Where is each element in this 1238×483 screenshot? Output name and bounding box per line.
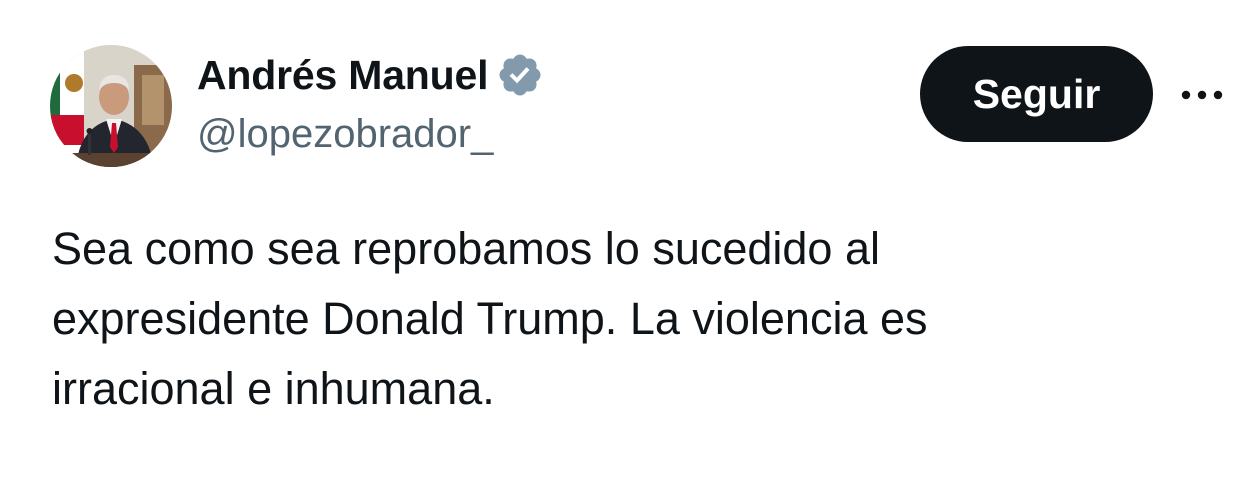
more-options-icon[interactable]	[1176, 78, 1228, 112]
handle[interactable]: @lopezobrador_	[197, 112, 493, 157]
tweet-text: Sea como sea reprobamos lo sucedido al e…	[52, 223, 928, 414]
avatar-image	[50, 45, 172, 167]
avatar[interactable]	[50, 45, 172, 167]
author-name-row: Andrés Manuel	[197, 50, 544, 100]
verified-badge-icon[interactable]	[496, 51, 544, 99]
tweet-card: Andrés Manuel @lopezobrador_ Seguir Sea …	[0, 0, 1238, 483]
display-name[interactable]: Andrés Manuel	[197, 52, 488, 99]
follow-button[interactable]: Seguir	[920, 46, 1153, 142]
